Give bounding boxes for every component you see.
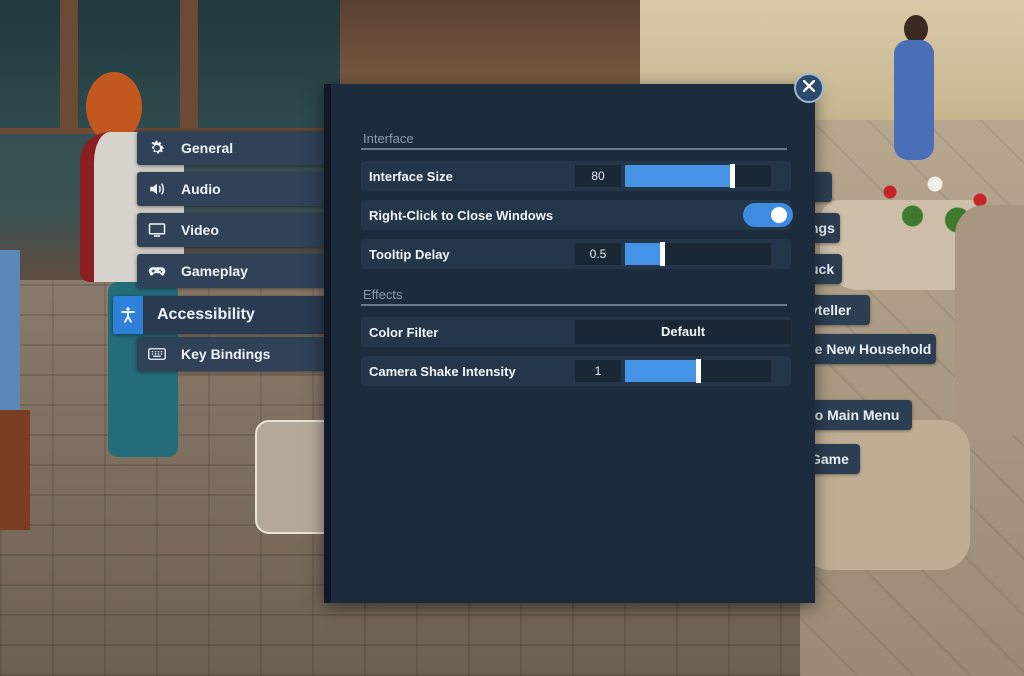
character-boots xyxy=(0,410,30,530)
tooltip-delay-value[interactable]: 0.5 xyxy=(575,243,621,265)
character-body xyxy=(894,40,934,160)
tab-label: Audio xyxy=(181,181,221,197)
interface-size-value[interactable]: 80 xyxy=(575,165,621,187)
close-icon xyxy=(802,79,816,97)
bg-menu-item[interactable]: to Main Menu xyxy=(800,400,912,430)
character-partial xyxy=(0,250,40,540)
settings-panel: Interface Interface Size 80 Right-Click … xyxy=(324,84,815,603)
toggle-knob xyxy=(771,207,787,223)
setting-label: Interface Size xyxy=(369,168,453,184)
section-divider xyxy=(361,304,787,306)
setting-label: Color Filter xyxy=(369,324,439,340)
section-title-interface: Interface xyxy=(363,131,414,146)
color-filter-dropdown[interactable]: Default xyxy=(575,320,791,344)
camera-shake-slider[interactable] xyxy=(625,359,771,383)
tab-label: Gameplay xyxy=(181,263,248,279)
planter xyxy=(800,420,970,570)
tab-audio[interactable]: Audio xyxy=(137,172,327,206)
speaker-icon xyxy=(147,179,167,199)
setting-row-camera-shake: Camera Shake Intensity 1 xyxy=(361,356,791,386)
accessibility-icon xyxy=(113,296,143,334)
character-head xyxy=(904,15,928,43)
tab-label: Key Bindings xyxy=(181,346,271,362)
interface-size-slider[interactable] xyxy=(625,164,771,188)
keyboard-icon xyxy=(147,344,167,364)
setting-label: Tooltip Delay xyxy=(369,246,450,262)
shop-shelves xyxy=(340,0,660,90)
slider-thumb[interactable] xyxy=(660,242,665,266)
tab-general[interactable]: General xyxy=(137,131,327,165)
wooden-beam xyxy=(180,0,198,128)
section-divider xyxy=(361,148,787,150)
tab-video[interactable]: Video xyxy=(137,213,327,247)
camera-shake-value[interactable]: 1 xyxy=(575,360,621,382)
setting-row-right-click-close: Right-Click to Close Windows xyxy=(361,200,793,230)
slider-fill xyxy=(625,243,662,265)
slider-thumb[interactable] xyxy=(696,359,701,383)
character-torso xyxy=(0,250,20,410)
tab-label: Accessibility xyxy=(157,306,255,323)
tab-accessibility[interactable]: Accessibility xyxy=(113,296,327,334)
right-click-close-toggle[interactable] xyxy=(743,203,793,227)
slider-fill xyxy=(625,165,732,187)
setting-label: Camera Shake Intensity xyxy=(369,363,516,379)
bg-menu-item[interactable]: te New Household xyxy=(800,334,936,364)
gamepad-icon xyxy=(147,261,167,281)
gear-icon xyxy=(147,138,167,158)
tab-label: General xyxy=(181,140,234,156)
setting-row-color-filter: Color Filter Default xyxy=(361,317,791,347)
wooden-beam xyxy=(60,0,78,128)
rock-pillar xyxy=(955,205,1024,435)
close-button[interactable] xyxy=(794,73,824,103)
setting-label: Right-Click to Close Windows xyxy=(369,207,554,223)
monitor-icon xyxy=(147,220,167,240)
tab-gameplay[interactable]: Gameplay xyxy=(137,254,327,288)
tab-label: Video xyxy=(181,222,219,238)
setting-row-interface-size: Interface Size 80 xyxy=(361,161,791,191)
section-title-effects: Effects xyxy=(363,287,403,302)
slider-fill xyxy=(625,360,698,382)
slider-thumb[interactable] xyxy=(730,164,735,188)
character-walking xyxy=(884,15,944,165)
tooltip-delay-slider[interactable] xyxy=(625,242,771,266)
tab-key-bindings[interactable]: Key Bindings xyxy=(137,337,327,371)
setting-row-tooltip-delay: Tooltip Delay 0.5 xyxy=(361,239,791,269)
